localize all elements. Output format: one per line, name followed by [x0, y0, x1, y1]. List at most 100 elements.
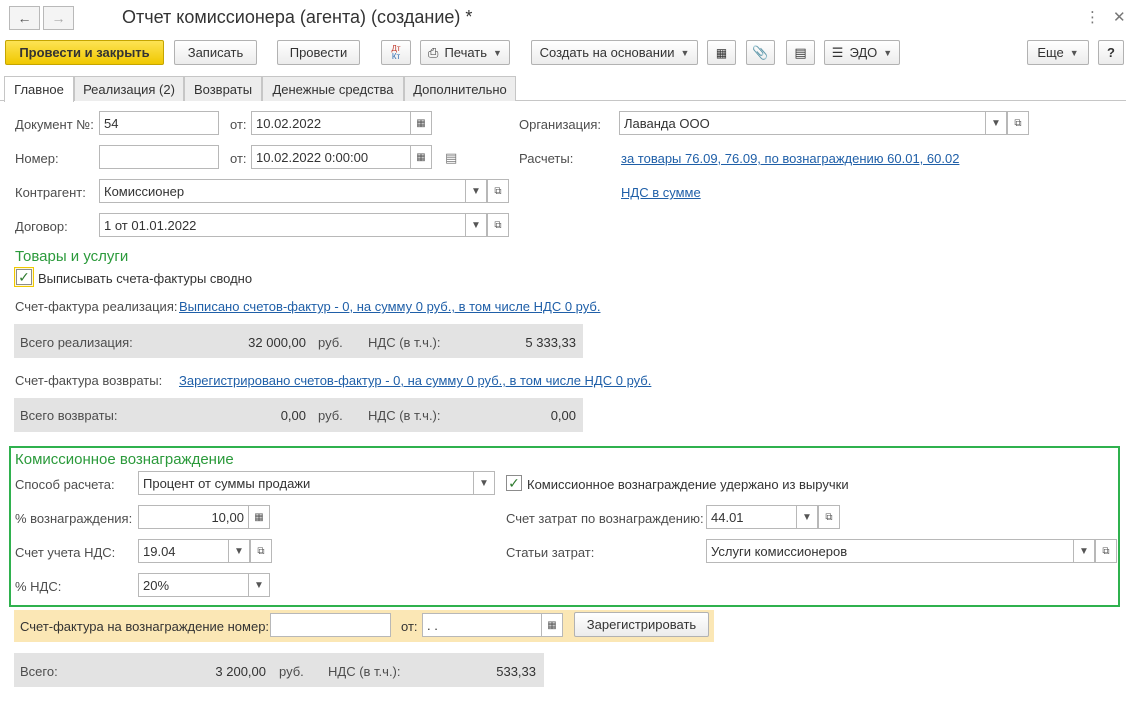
contract-dropdown[interactable]: ▼ [465, 213, 487, 237]
structure-button[interactable]: ▦ [707, 40, 736, 65]
vat-account-open-button[interactable]: ⧉ [250, 539, 272, 563]
more-button[interactable]: Еще ▼ [1027, 40, 1089, 65]
open-window-icon: ⧉ [494, 219, 502, 231]
register-button[interactable]: Зарегистрировать [574, 612, 709, 637]
total-sales-label: Всего реализация: [20, 335, 133, 350]
org-field[interactable]: Лаванда ООО [619, 111, 986, 135]
contractor-open-button[interactable]: ⧉ [487, 179, 509, 203]
percent-field[interactable]: 10,00 [138, 505, 249, 529]
total-vat-label: НДС (в т.ч.): [328, 664, 401, 679]
vat-account-field[interactable]: 19.04 [138, 539, 229, 563]
tab-additional[interactable]: Дополнительно [404, 76, 516, 101]
document-list-icon: ▤ [794, 44, 807, 60]
hierarchy-icon: ▦ [715, 45, 728, 60]
checkmark-icon: ✓ [508, 474, 520, 491]
number-field[interactable] [99, 145, 219, 169]
print-button[interactable]: ⎙ Печать ▼ [420, 40, 510, 65]
method-field[interactable]: Процент от суммы продажи [138, 471, 474, 495]
cost-account-open-button[interactable]: ⧉ [818, 505, 840, 529]
tab-cash[interactable]: Денежные средства [262, 76, 404, 101]
calculator-button[interactable]: ▦ [248, 505, 270, 529]
chevron-down-icon: ▼ [991, 117, 1001, 129]
calendar-icon: ▦ [416, 151, 426, 163]
edo-icon: ☰ [831, 44, 844, 60]
contractor-field[interactable]: Комиссионер [99, 179, 466, 203]
vat-rate-label: % НДС: [15, 579, 62, 594]
vat-in-amount-link[interactable]: НДС в сумме [621, 185, 701, 200]
back-button[interactable]: ← [9, 6, 40, 30]
total-sales-vat-value: 5 333,33 [525, 335, 576, 350]
reward-invoice-label: Счет-фактура на вознаграждение номер: [20, 619, 270, 634]
tab-returns[interactable]: Возвраты [184, 76, 262, 101]
calendar-button[interactable]: ▦ [410, 111, 432, 135]
comment-icon[interactable]: ▤ [445, 150, 457, 166]
org-open-button[interactable]: ⧉ [1007, 111, 1029, 135]
save-button[interactable]: Записать [174, 40, 257, 65]
more-vert-icon[interactable]: ⋮ [1085, 8, 1100, 26]
dt-kt-button[interactable]: Дт Кт [381, 40, 411, 65]
cost-items-open-button[interactable]: ⧉ [1095, 539, 1117, 563]
open-window-icon: ⧉ [494, 185, 502, 197]
post-button[interactable]: Провести [277, 40, 360, 65]
chevron-down-icon: ▼ [1079, 545, 1089, 557]
tab-sales[interactable]: Реализация (2) [74, 76, 184, 101]
cost-items-field[interactable]: Услуги комиссионеров [706, 539, 1074, 563]
reward-invoice-date-field[interactable]: . . [422, 613, 542, 637]
contract-field[interactable]: 1 от 01.01.2022 [99, 213, 466, 237]
org-label: Организация: [519, 117, 602, 132]
help-button[interactable]: ? [1098, 40, 1124, 65]
method-dropdown[interactable]: ▼ [473, 471, 495, 495]
cost-account-field[interactable]: 44.01 [706, 505, 797, 529]
chevron-down-icon: ▼ [883, 47, 893, 58]
cost-items-dropdown[interactable]: ▼ [1073, 539, 1095, 563]
vat-rate-dropdown[interactable]: ▼ [248, 573, 270, 597]
create-based-on-button[interactable]: Создать на основании ▼ [531, 40, 698, 65]
number-date-field[interactable]: 10.02.2022 0:00:00 [251, 145, 411, 169]
sales-invoice-link[interactable]: Выписано счетов-фактур - 0, на сумму 0 р… [179, 299, 600, 314]
list-button[interactable]: ▤ [786, 40, 815, 65]
contract-open-button[interactable]: ⧉ [487, 213, 509, 237]
contractor-dropdown[interactable]: ▼ [465, 179, 487, 203]
commission-section-title: Комиссионное вознаграждение [15, 451, 234, 468]
forward-button[interactable]: → [43, 6, 74, 30]
org-dropdown[interactable]: ▼ [985, 111, 1007, 135]
chevron-down-icon: ▼ [1069, 47, 1079, 58]
calendar-button[interactable]: ▦ [541, 613, 563, 637]
calendar-icon: ▦ [547, 619, 557, 631]
doc-no-field[interactable]: 54 [99, 111, 219, 135]
doc-date-field[interactable]: 10.02.2022 [251, 111, 411, 135]
withheld-checkbox[interactable]: ✓ [506, 475, 522, 491]
chevron-down-icon: ▼ [234, 545, 244, 557]
cost-items-label: Статьи затрат: [506, 545, 595, 560]
cost-account-dropdown[interactable]: ▼ [796, 505, 818, 529]
total-label: Всего: [20, 664, 58, 679]
reward-invoice-number-field[interactable] [270, 613, 391, 637]
contractor-label: Контрагент: [15, 185, 86, 200]
calendar-button[interactable]: ▦ [410, 145, 432, 169]
chevron-down-icon: ▼ [471, 219, 481, 231]
calculator-icon: ▦ [254, 511, 264, 523]
open-window-icon: ⧉ [1102, 545, 1110, 557]
vat-account-dropdown[interactable]: ▼ [228, 539, 250, 563]
settlements-link[interactable]: за товары 76.09, 76.09, по вознаграждени… [621, 151, 959, 166]
method-label: Способ расчета: [15, 477, 115, 492]
doc-date-label: от: [230, 117, 247, 132]
invoice-summary-label: Выписывать счета-фактуры сводно [38, 271, 253, 286]
tab-main[interactable]: Главное [4, 76, 74, 102]
arrow-left-icon: ← [17, 10, 32, 26]
vat-incl-label: НДС (в т.ч.): [368, 335, 441, 350]
withheld-label: Комиссионное вознаграждение удержано из … [527, 477, 849, 492]
returns-invoice-link[interactable]: Зарегистрировано счетов-фактур - 0, на с… [179, 373, 651, 388]
dt-kt-icon: Дт Кт [391, 43, 401, 61]
attach-button[interactable]: 📎 [746, 40, 775, 65]
vat-rate-field[interactable]: 20% [138, 573, 249, 597]
doc-no-label: Документ №: [15, 117, 94, 132]
goods-section-title: Товары и услуги [15, 248, 129, 265]
post-and-close-button[interactable]: Провести и закрыть [5, 40, 164, 65]
edo-button[interactable]: ☰ ЭДО ▼ [824, 40, 900, 65]
invoice-summary-checkbox[interactable]: ✓ [16, 269, 32, 285]
reward-invoice-from-label: от: [401, 619, 418, 634]
chevron-down-icon: ▼ [471, 185, 481, 197]
total-value: 3 200,00 [215, 664, 266, 679]
close-icon[interactable]: ✕ [1113, 8, 1126, 26]
